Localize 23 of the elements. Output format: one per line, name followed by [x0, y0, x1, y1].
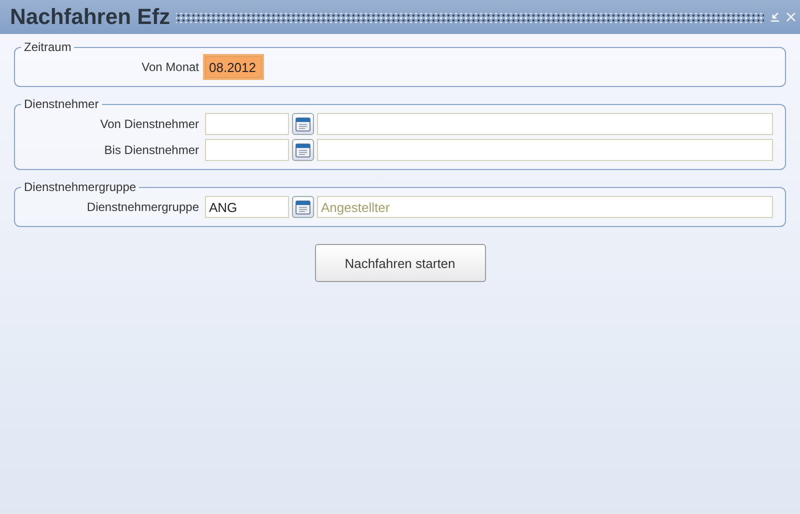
field-label: Bis Dienstnehmer	[103, 143, 199, 157]
start-button[interactable]: Nachfahren starten	[314, 244, 486, 282]
field-label: Dienstnehmergruppe	[86, 200, 199, 214]
field-label: Von Dienstnehmer	[99, 117, 199, 131]
code-field[interactable]	[205, 139, 289, 161]
code-field[interactable]	[205, 113, 289, 135]
group-legend: Dienstnehmergruppe	[21, 180, 140, 194]
window-title: Nachfahren Efz	[10, 4, 170, 30]
description-field[interactable]	[317, 113, 773, 135]
lookup-button[interactable]	[292, 113, 314, 135]
description-field[interactable]	[317, 139, 773, 161]
group-legend: Zeitraum	[21, 40, 74, 54]
lookup-button[interactable]	[292, 196, 314, 218]
calendar-icon	[295, 142, 311, 158]
code-field[interactable]: ANG	[205, 196, 289, 218]
close-icon[interactable]	[786, 12, 796, 22]
field-label: Von Monat	[140, 60, 199, 74]
group-legend: Dienstnehmer	[21, 97, 102, 111]
minimize-icon[interactable]	[770, 12, 780, 22]
lookup-button[interactable]	[292, 139, 314, 161]
calendar-icon	[295, 116, 311, 132]
month-field[interactable]: 08.2012	[205, 56, 262, 78]
calendar-icon	[295, 199, 311, 215]
